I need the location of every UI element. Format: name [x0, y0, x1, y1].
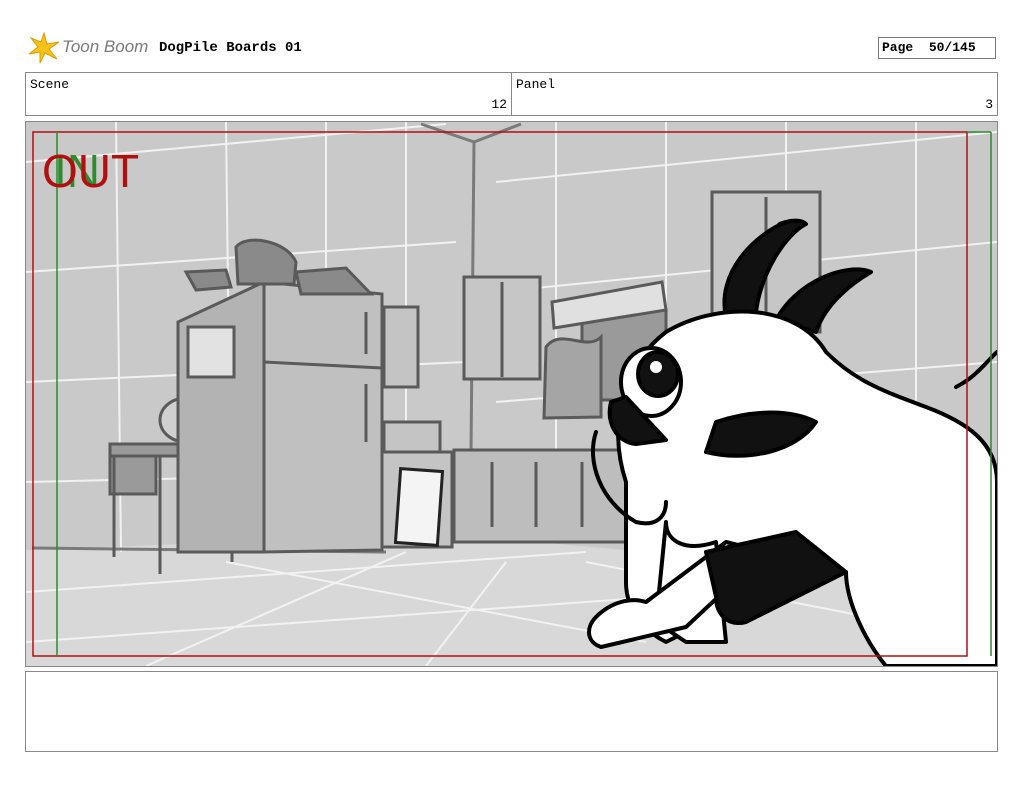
page-label: Page	[882, 40, 914, 55]
panel-field: Panel 3	[511, 72, 998, 116]
out-marker: OUT	[42, 145, 140, 197]
scene-field: Scene 12	[25, 72, 512, 116]
notes-area[interactable]	[25, 671, 998, 752]
logo-text: Toon Boom	[62, 37, 149, 56]
page-value: 50/145	[928, 40, 976, 55]
page-indicator: Page 50/145	[878, 37, 996, 59]
project-title: DogPile Boards 01	[159, 40, 302, 56]
scene-value: 12	[491, 97, 507, 112]
scene-label: Scene	[30, 77, 70, 92]
star-burst-icon	[28, 32, 60, 64]
panel-label: Panel	[516, 77, 556, 92]
panel-drawing	[26, 122, 997, 666]
panel-value: 3	[985, 97, 993, 112]
toon-boom-logo: Toon Boom	[28, 32, 152, 64]
storyboard-frame[interactable]: IN OUT	[25, 121, 998, 667]
